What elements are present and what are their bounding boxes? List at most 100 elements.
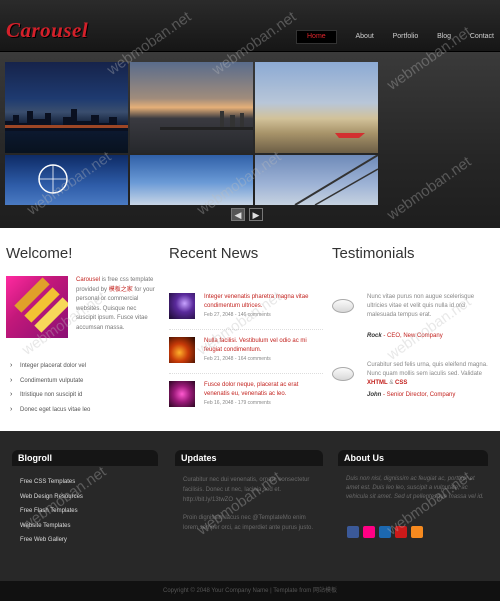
arrow-left-icon[interactable]: ◀ [231, 208, 245, 221]
testimonials-title: Testimonials [332, 245, 415, 262]
main-content: Welcome! Carousel is free css template p… [0, 228, 500, 431]
site-header: Carousel Home About Portfolio Blog Conta… [0, 0, 500, 52]
footer-widgets: Blogroll Updates About Us Free CSS Templ… [0, 431, 500, 581]
list-item[interactable]: › Condimentum vulputate [10, 376, 90, 391]
testimonials-section: Testimonials Nunc vitae purus non augue … [332, 245, 494, 435]
xhtml-link[interactable]: XHTML [367, 380, 388, 386]
news-thumbnail[interactable] [169, 293, 195, 319]
news-item-title[interactable]: Integer venenatis pharetra magna vitae c… [204, 293, 322, 310]
blogroll-link[interactable]: Web Design Resources [20, 490, 160, 505]
main-nav: Home About Portfolio Blog Contact [296, 30, 500, 44]
news-item-title[interactable]: Nulla facilisi. Vestibulum vel odio ac m… [204, 337, 322, 354]
flickr-icon[interactable] [363, 526, 375, 538]
testimonial-quote: Nunc vitae purus non augue scelerisque u… [367, 294, 475, 318]
news-comments[interactable]: 179 comments [238, 400, 271, 406]
photo-ferris-wheel[interactable] [5, 155, 128, 205]
author-role: - Senior Director, Company [381, 392, 456, 398]
photo-harbor[interactable] [130, 155, 253, 205]
news-thumbnail[interactable] [169, 381, 195, 407]
blogroll-link[interactable]: Free Flash Templates [20, 504, 160, 519]
update-item: Proin dignissim lacus nec @TemplateMo en… [183, 515, 314, 531]
news-title: Recent News [169, 245, 259, 262]
blogroll-list: Free CSS Templates Web Design Resources … [20, 475, 160, 548]
nav-home[interactable]: Home [296, 30, 337, 44]
bridge-graphic [294, 155, 378, 205]
list-item-label: Integer placerat dolor vel [20, 363, 87, 369]
copyright-text: Copyright © 2048 Your Company Name | Tem… [163, 588, 337, 594]
updates-header: Updates [175, 450, 323, 466]
facebook-icon[interactable] [347, 526, 359, 538]
pier-graphic [160, 111, 253, 130]
blogroll-header: Blogroll [12, 450, 158, 466]
copyright-bar: Copyright © 2048 Your Company Name | Tem… [0, 581, 500, 601]
quote-amp: & [387, 380, 396, 386]
nav-contact[interactable]: Contact [470, 30, 494, 44]
list-item-label: Donec eget lacus vitae leo [20, 406, 91, 413]
testimonial-author: John - Senior Director, Company [367, 392, 455, 398]
site-logo[interactable]: Carousel [6, 18, 88, 43]
testimonial: Nunc vitae purus non augue scelerisque u… [332, 293, 494, 353]
about-header: About Us [338, 450, 488, 466]
news-item-meta: Feb 21, 2048 - 164 comments [204, 356, 271, 362]
list-item[interactable]: › Integer placerat dolor vel [10, 361, 90, 376]
divider [169, 329, 323, 330]
blogroll-link[interactable]: Website Templates [20, 519, 160, 534]
update-item: Curabitur nec dui venenatis, ornare cons… [183, 477, 310, 503]
social-icons [347, 526, 423, 538]
digg-icon[interactable] [379, 526, 391, 538]
testimonial: Curabitur sed felis urna, quis eleifend … [332, 361, 494, 421]
news-date: Feb 27, 2048 [204, 312, 234, 318]
blogroll-title: Blogroll [18, 453, 52, 463]
news-item-meta: Feb 16, 2048 - 179 comments [204, 400, 271, 406]
updates-list: Curabitur nec dui venenatis, ornare cons… [183, 475, 318, 533]
blogroll-link[interactable]: Free CSS Templates [20, 475, 160, 490]
news-item[interactable]: Integer venenatis pharetra magna vitae c… [169, 293, 323, 333]
news-date: Feb 21, 2048 [204, 356, 234, 362]
wheel-graphic [38, 164, 68, 194]
chevron-right-icon: › [10, 391, 13, 398]
news-item-title[interactable]: Fusce dolor neque, placerat ac erat vene… [204, 381, 322, 398]
quote-text: Curabitur sed felis urna, quis eleifend … [367, 362, 488, 377]
news-comments[interactable]: 146 comments [238, 312, 271, 318]
banner-slider [0, 52, 500, 228]
speech-bubble-icon [332, 299, 354, 313]
welcome-text-2: for your personal or commercial websites… [76, 286, 155, 331]
photo-pier-sunset[interactable] [130, 62, 253, 153]
chevron-right-icon: › [10, 376, 13, 384]
news-comments[interactable]: 164 comments [238, 356, 271, 362]
speech-bubble-icon [332, 367, 354, 381]
arrow-right-icon[interactable]: ▶ [249, 208, 263, 221]
list-item[interactable]: › Itristique non suscipit id [10, 390, 90, 405]
css-link[interactable]: CSS [395, 380, 407, 386]
news-item[interactable]: Nulla facilisi. Vestibulum vel odio ac m… [169, 337, 323, 377]
chevron-right-icon: › [10, 405, 13, 413]
youtube-icon[interactable] [395, 526, 407, 538]
recent-news-section: Recent News Integer venenatis pharetra m… [169, 245, 323, 435]
chevron-right-icon: › [10, 362, 13, 369]
photo-bridge[interactable] [255, 155, 378, 205]
photo-beach[interactable] [255, 62, 378, 153]
provider-link[interactable]: 模板之家 [109, 287, 133, 293]
author-name: Rock [367, 333, 382, 339]
nav-about[interactable]: About [355, 30, 373, 44]
rss-icon[interactable] [411, 526, 423, 538]
testimonial-quote: Curabitur sed felis urna, quis eleifend … [367, 361, 495, 388]
list-item-label: Itristique non suscipit id [20, 392, 83, 398]
nav-blog[interactable]: Blog [437, 30, 451, 44]
news-item[interactable]: Fusce dolor neque, placerat ac erat vene… [169, 381, 323, 421]
news-date: Feb 16, 2048 [204, 400, 234, 406]
nav-portfolio[interactable]: Portfolio [393, 30, 419, 44]
blogroll-link[interactable]: Free Web Gallery [20, 533, 160, 548]
news-thumbnail[interactable] [169, 337, 195, 363]
city-skyline-graphic [5, 109, 128, 131]
brand-link[interactable]: Carousel [76, 277, 100, 283]
divider [169, 373, 323, 374]
list-item-label: Condimentum vulputate [20, 377, 84, 384]
welcome-section: Welcome! Carousel is free css template p… [6, 245, 156, 435]
photo-gallery [5, 62, 378, 208]
updates-title: Updates [181, 453, 217, 463]
about-title: About Us [344, 453, 384, 463]
list-item[interactable]: › Donec eget lacus vitae leo [10, 405, 90, 420]
photo-city-night[interactable] [5, 62, 128, 153]
author-name: John [367, 392, 382, 398]
